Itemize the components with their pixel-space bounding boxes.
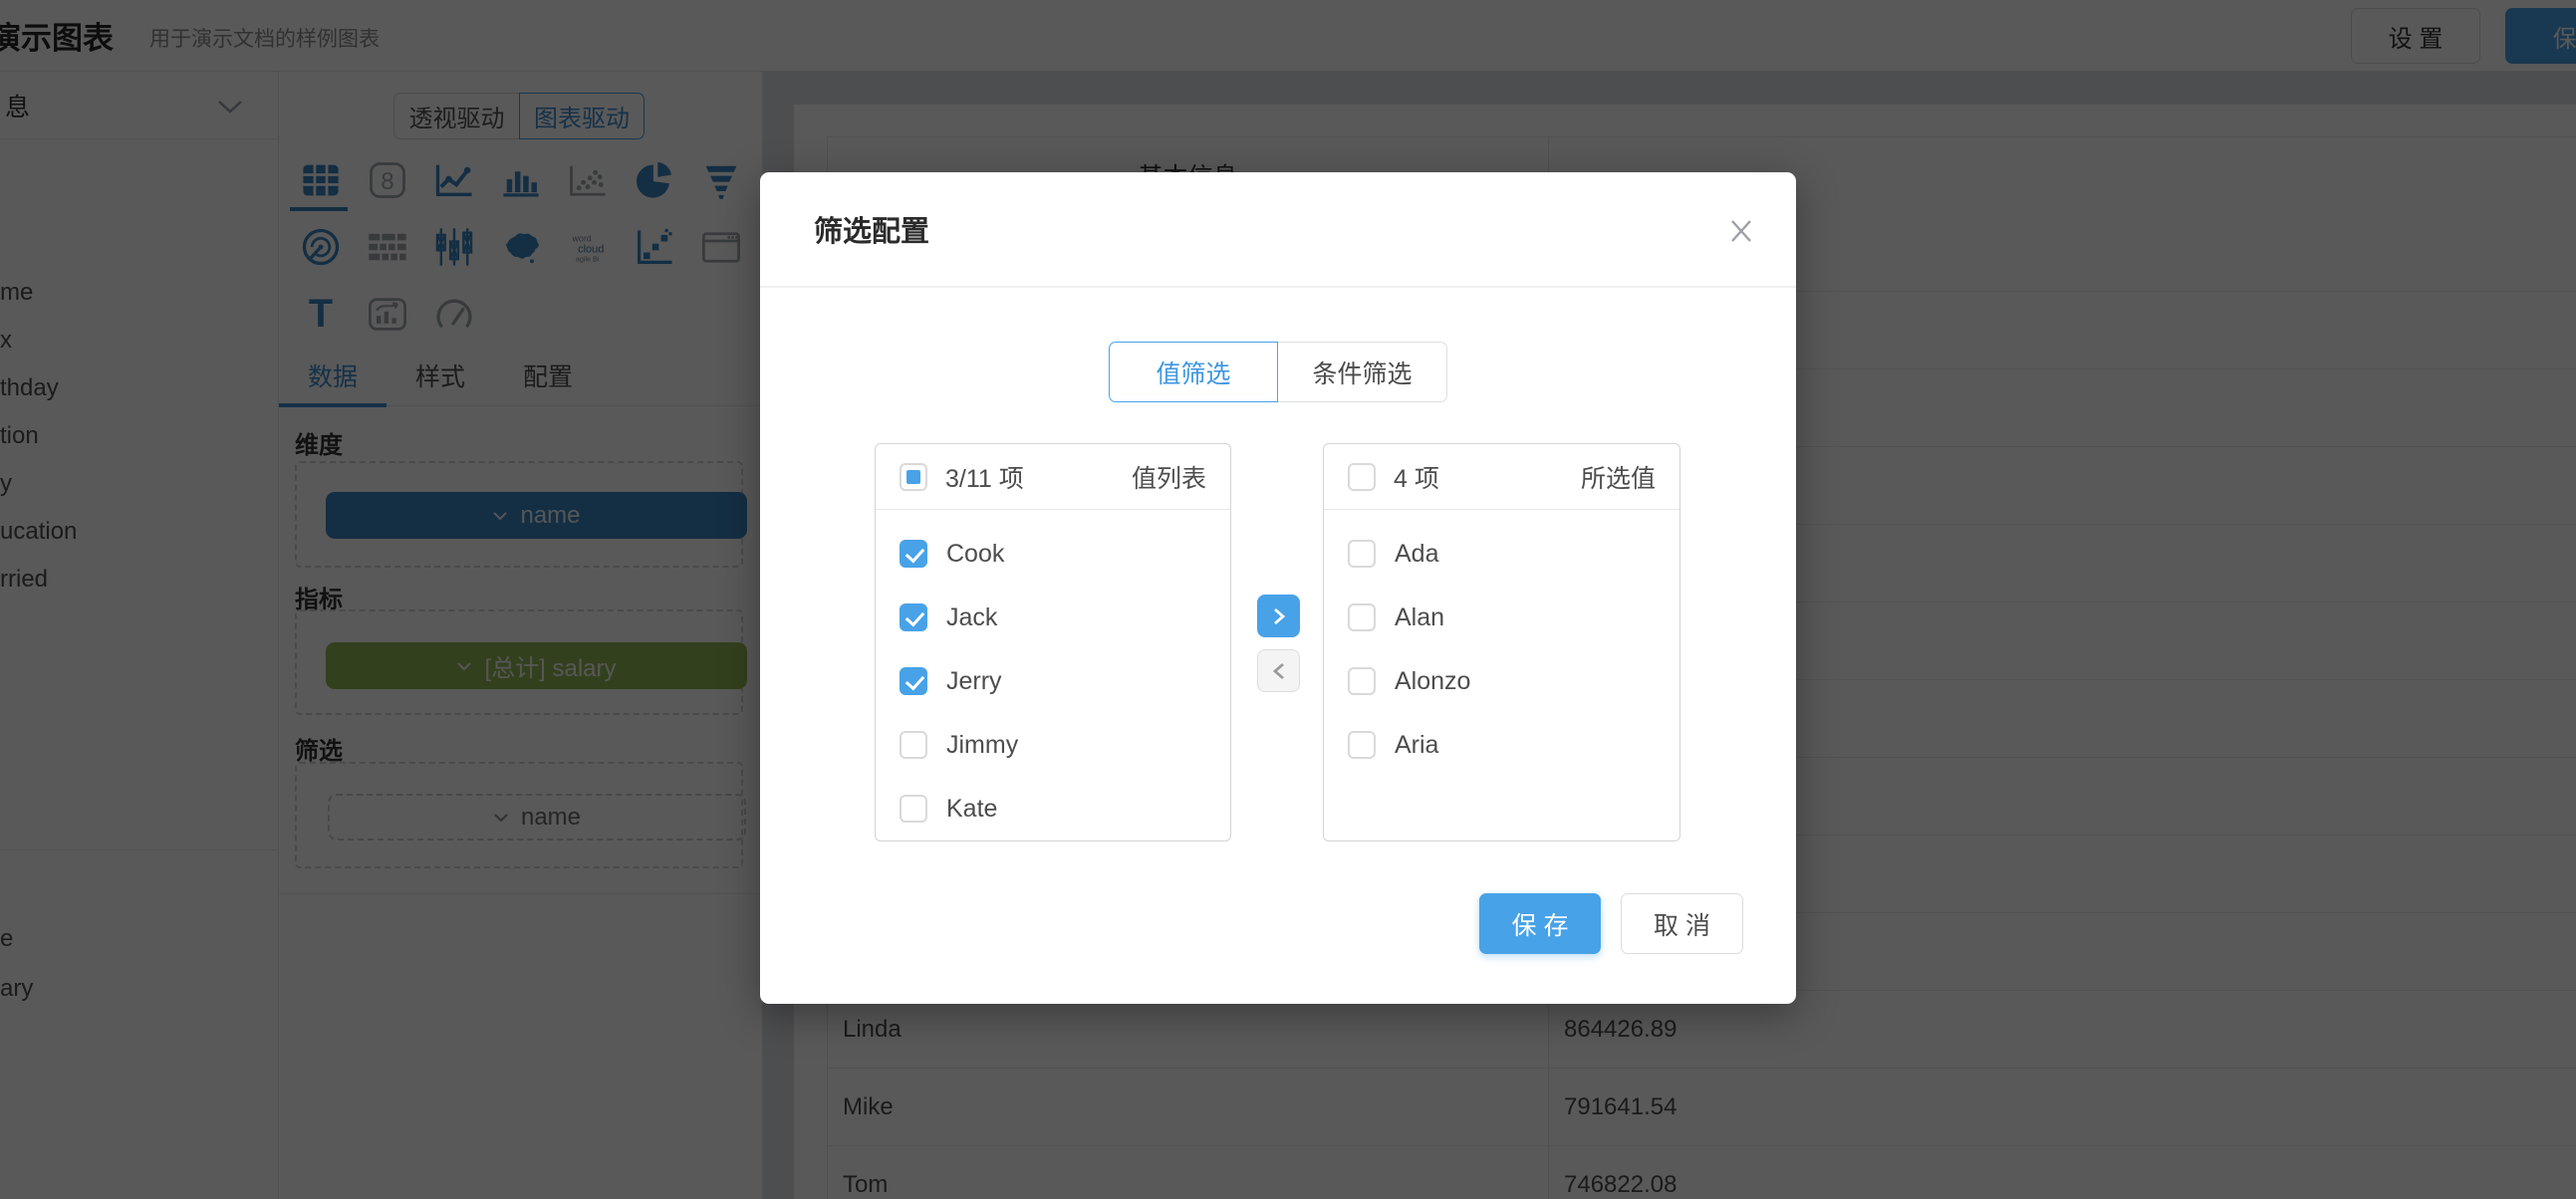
filter-mode-tabs: 值筛选 条件筛选: [1109, 342, 1447, 402]
checkbox[interactable]: [900, 731, 927, 759]
checkbox[interactable]: [1348, 731, 1376, 759]
value-source-list: 3/11 项 值列表 Cook Jack Jerry Jimm: [875, 443, 1231, 841]
save-button[interactable]: 保 存: [1479, 893, 1601, 954]
modal-footer: 保 存 取 消: [760, 893, 1796, 954]
source-list-items: Cook Jack Jerry Jimmy Kate: [876, 510, 1230, 840]
filter-config-modal: 筛选配置 值筛选 条件筛选 3/11 项 值列表 Cook: [760, 172, 1796, 1004]
target-list-items: Ada Alan Alonzo Aria: [1324, 510, 1679, 777]
checkbox[interactable]: [1348, 540, 1376, 568]
target-list-title: 所选值: [1581, 459, 1656, 495]
modal-title: 筛选配置: [814, 208, 929, 250]
list-item-jimmy[interactable]: Jimmy: [876, 713, 1230, 777]
checkbox[interactable]: [1348, 603, 1376, 631]
move-right-button[interactable]: [1257, 595, 1300, 637]
checkbox[interactable]: [900, 667, 927, 695]
list-item-aria[interactable]: Aria: [1324, 713, 1679, 777]
list-item-jerry[interactable]: Jerry: [876, 649, 1230, 713]
checkbox[interactable]: [1348, 667, 1376, 695]
select-all-checkbox[interactable]: [1348, 463, 1376, 491]
selected-values-list: 4 项 所选值 Ada Alan Alonzo Aria: [1323, 443, 1680, 841]
checkbox[interactable]: [900, 540, 927, 568]
target-list-header: 4 项 所选值: [1324, 444, 1679, 510]
close-icon[interactable]: [1726, 216, 1756, 246]
list-item-cook[interactable]: Cook: [876, 522, 1230, 586]
list-item-ada[interactable]: Ada: [1324, 522, 1679, 586]
list-item-alonzo[interactable]: Alonzo: [1324, 649, 1679, 713]
list-item-jack[interactable]: Jack: [876, 586, 1230, 649]
list-item-alan[interactable]: Alan: [1324, 586, 1679, 649]
checkbox[interactable]: [900, 795, 927, 823]
tab-condition-filter[interactable]: 条件筛选: [1278, 342, 1447, 402]
target-count-summary: 4 项: [1394, 459, 1581, 495]
source-list-header: 3/11 项 值列表: [876, 444, 1230, 510]
cancel-button[interactable]: 取 消: [1621, 893, 1743, 954]
source-selected-summary: 3/11 项: [945, 459, 1132, 495]
list-item-kate[interactable]: Kate: [876, 777, 1230, 840]
app-root: 演示图表 用于演示文档的样例图表 设 置 保 存 息 me x thday ti…: [0, 0, 2576, 1199]
source-list-title: 值列表: [1132, 459, 1206, 495]
select-all-checkbox[interactable]: [900, 463, 927, 491]
move-left-button-disabled[interactable]: [1257, 649, 1300, 692]
tab-value-filter[interactable]: 值筛选: [1109, 342, 1278, 402]
checkbox[interactable]: [900, 603, 927, 631]
modal-header: 筛选配置: [760, 172, 1796, 288]
